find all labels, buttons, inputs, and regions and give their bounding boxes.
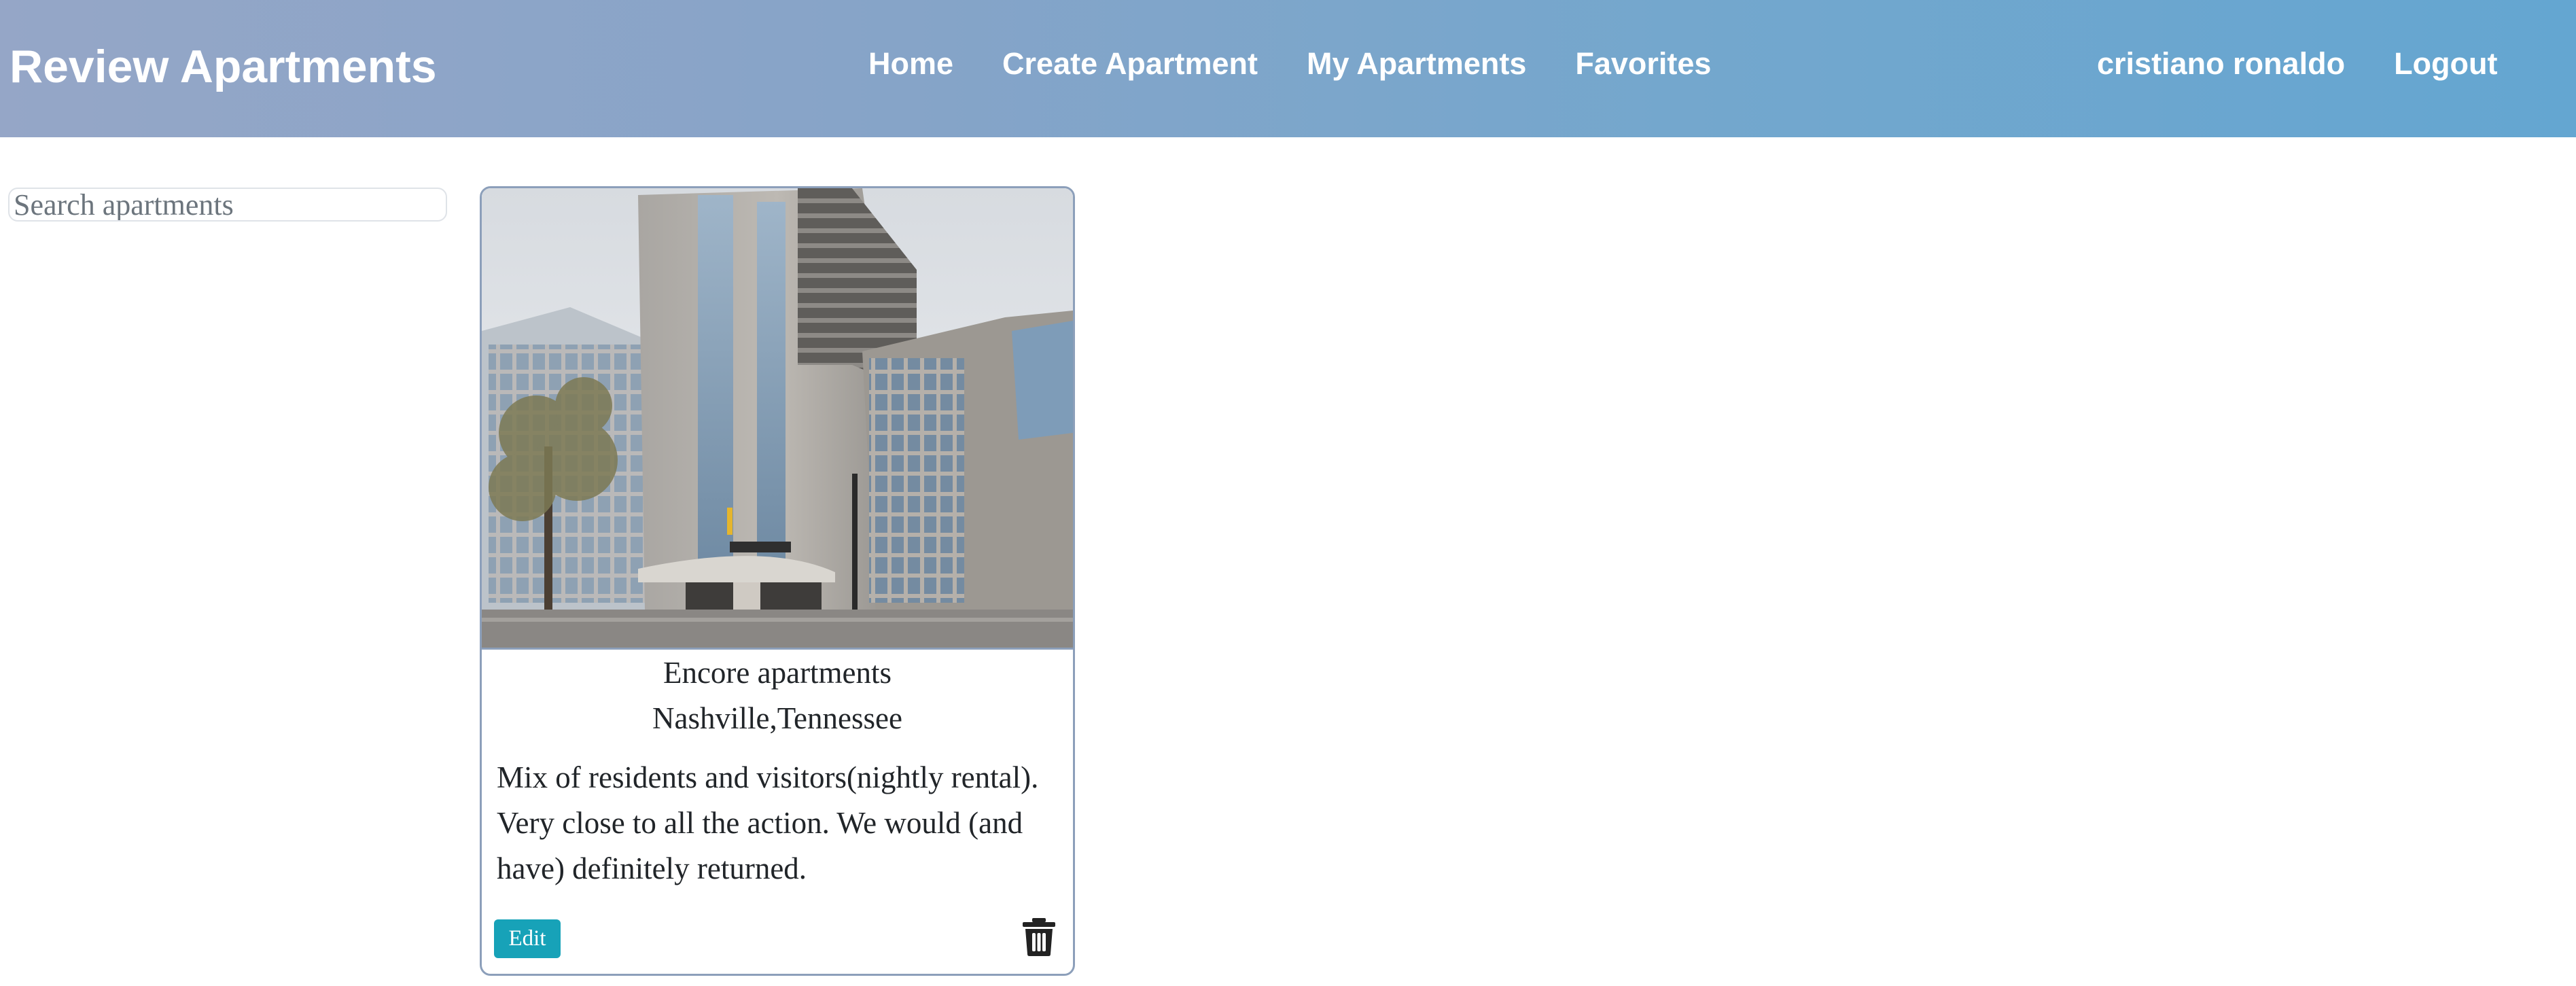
edit-button[interactable]: Edit [494,919,561,958]
card-image-divider [482,648,1073,650]
apartment-image[interactable] [482,188,1073,649]
navbar: Review Apartments Home Create Apartment … [0,0,2576,137]
apartment-card: Encore apartments Nashville,Tennessee Mi… [480,186,1075,976]
main-nav: Home Create Apartment My Apartments Favo… [868,45,1711,83]
user-name-link[interactable]: cristiano ronaldo [2097,45,2345,83]
nav-link-my-apartments[interactable]: My Apartments [1307,45,1526,83]
user-nav: cristiano ronaldo Logout [2097,45,2498,83]
apartment-title[interactable]: Encore apartments [482,650,1073,695]
apartment-location: Nashville,Tennessee [652,701,902,735]
logout-link[interactable]: Logout [2394,45,2497,83]
nav-link-create-apartment[interactable]: Create Apartment [1002,45,1258,83]
apartment-description: Mix of residents and visitors(nightly re… [497,760,1039,885]
search-input[interactable] [8,188,447,222]
trash-icon[interactable] [1023,918,1055,956]
nav-link-favorites[interactable]: Favorites [1575,45,1711,83]
brand-title[interactable]: Review Apartments [10,39,437,94]
nav-link-home[interactable]: Home [868,45,953,83]
